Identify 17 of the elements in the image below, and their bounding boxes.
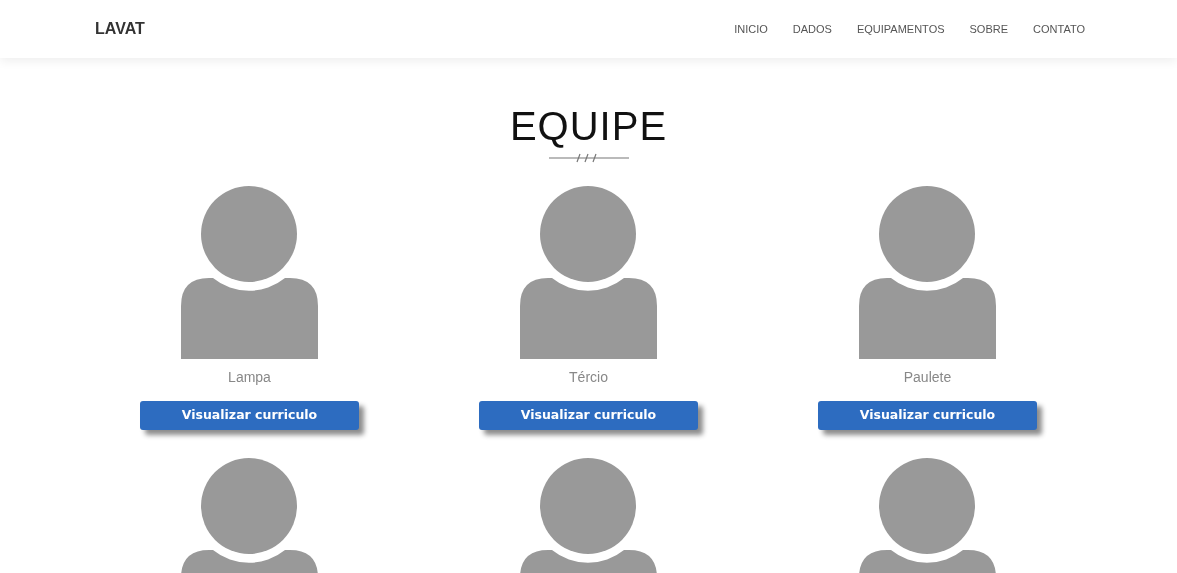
view-cv-button[interactable]: Visualizar curriculo	[479, 401, 698, 430]
section-title: EQUIPE	[509, 104, 668, 148]
brand-logo[interactable]: LAVAT	[95, 17, 145, 41]
member-name: Lampa	[228, 368, 271, 387]
nav-link[interactable]: EQUIPAMENTOS	[856, 20, 945, 38]
avatar-icon	[520, 186, 657, 359]
nav-link[interactable]: SOBRE	[969, 20, 1009, 38]
divider-icon	[548, 152, 629, 164]
nav-link[interactable]: CONTATO	[1033, 20, 1085, 38]
avatar-icon	[181, 186, 318, 359]
member-name: Tércio	[569, 368, 608, 387]
avatar-icon	[859, 186, 996, 359]
nav-link[interactable]: INICIO	[734, 20, 768, 38]
nav-link[interactable]: DADOS	[792, 20, 832, 38]
view-cv-button[interactable]: Visualizar curriculo	[818, 401, 1037, 430]
member-name: Paulete	[903, 368, 952, 387]
view-cv-button[interactable]: Visualizar curriculo	[140, 401, 359, 430]
